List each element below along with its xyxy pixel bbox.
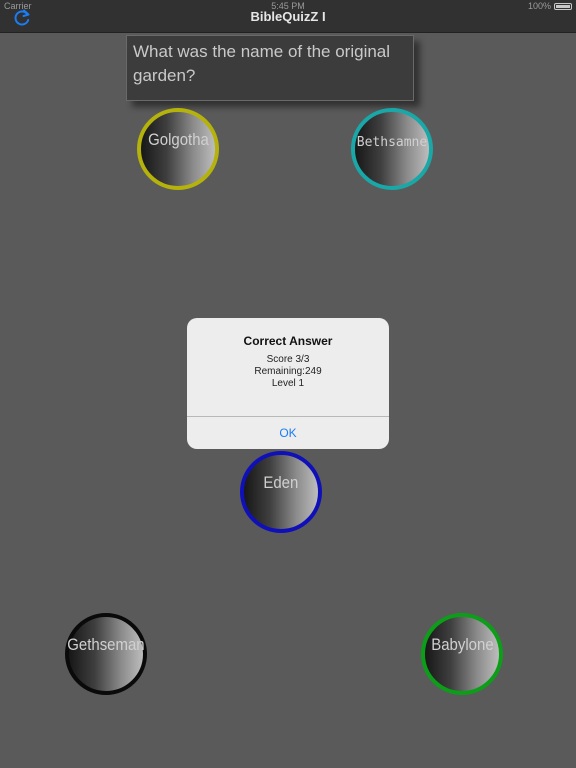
remaining-text: Remaining:249 bbox=[254, 366, 322, 377]
clock-label: 5:45 PM bbox=[271, 1, 305, 11]
answer-babylone[interactable]: Babylone bbox=[421, 613, 503, 695]
answer-label: Golgotha bbox=[147, 130, 209, 149]
ok-button[interactable]: OK bbox=[187, 417, 389, 449]
answer-golgotha[interactable]: Golgotha bbox=[137, 108, 219, 190]
alert-message: Score 3/3 Remaining:249 Level 1 bbox=[187, 354, 389, 390]
question-text: What was the name of the original garden… bbox=[126, 35, 414, 101]
answer-label: Bethsamne bbox=[356, 134, 428, 150]
score-text: Score 3/3 bbox=[266, 354, 310, 365]
level-text: Level 1 bbox=[271, 378, 305, 389]
alert-title: Correct Answer bbox=[243, 334, 333, 348]
answer-label: Eden bbox=[263, 473, 299, 492]
status-bar: Carrier 5:45 PM 100% bbox=[0, 0, 576, 14]
result-alert: Correct Answer Score 3/3 Remaining:249 L… bbox=[187, 318, 389, 449]
answer-label: Babylone bbox=[430, 635, 494, 654]
battery-icon bbox=[554, 2, 572, 10]
answer-eden[interactable]: Eden bbox=[240, 451, 322, 533]
answer-bethsamne[interactable]: Bethsamne bbox=[351, 108, 433, 190]
answer-gethseman[interactable]: Gethseman bbox=[65, 613, 147, 695]
battery-percent: 100% bbox=[527, 1, 551, 11]
battery-status: 100% bbox=[528, 1, 572, 11]
answer-label: Gethseman bbox=[67, 635, 145, 654]
